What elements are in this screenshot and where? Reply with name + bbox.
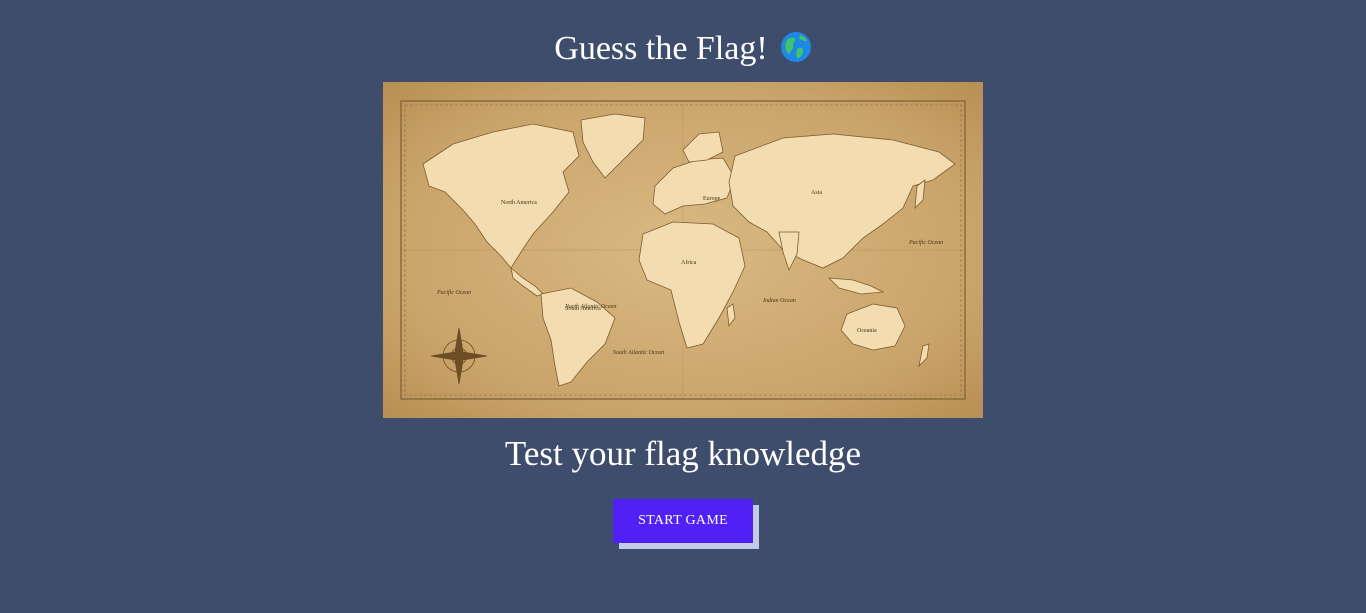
map-label-south-america: South America — [565, 306, 601, 312]
map-label-asia: Asia — [811, 190, 822, 196]
title-text: Guess the Flag! — [554, 30, 768, 67]
map-label-pacific-right: Pacific Ocean — [908, 239, 943, 246]
start-game-button[interactable]: START GAME — [613, 499, 753, 543]
map-label-indian: Indian Ocean — [762, 298, 796, 304]
start-screen: Guess the Flag! North America North Atla… — [0, 0, 1366, 613]
map-label-pacific-left: Pacific Ocean — [436, 289, 471, 296]
globe-icon — [780, 31, 812, 63]
map-label-north-america: North America — [501, 200, 537, 206]
page-title: Guess the Flag! — [0, 27, 1366, 71]
world-map-image: North America North Atlantic Ocean Europ… — [383, 82, 983, 418]
page-subtitle: Test your flag knowledge — [504, 434, 862, 473]
map-label-africa: Africa — [681, 259, 697, 266]
map-label-europe: Europe — [703, 196, 721, 202]
map-label-south-atlantic: South Atlantic Ocean — [613, 350, 664, 356]
map-label-oceania: Oceania — [857, 328, 877, 334]
